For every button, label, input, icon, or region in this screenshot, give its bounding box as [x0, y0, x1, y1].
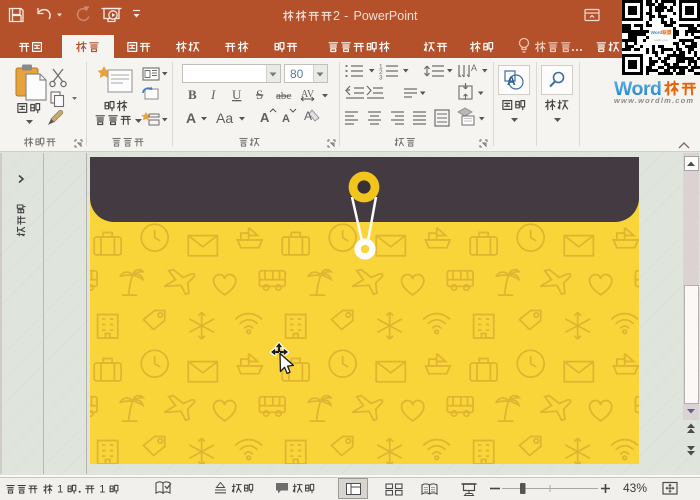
svg-text:1: 1 — [57, 484, 63, 496]
svg-text:A: A — [507, 74, 516, 88]
svg-text:S: S — [256, 87, 263, 102]
svg-text:abc: abc — [276, 90, 291, 102]
svg-text:B: B — [188, 87, 197, 102]
svg-text:A: A — [304, 109, 312, 123]
svg-text:A: A — [260, 110, 270, 125]
svg-text:PowerPoint: PowerPoint — [354, 9, 418, 23]
svg-text:1: 1 — [99, 484, 105, 496]
svg-text:U: U — [232, 87, 242, 102]
svg-text:Aa: Aa — [216, 110, 233, 126]
svg-text:3: 3 — [379, 75, 383, 82]
svg-text:I: I — [210, 87, 216, 102]
svg-text:A: A — [186, 110, 196, 126]
svg-text:2: 2 — [333, 9, 340, 23]
svg-text:-: - — [344, 9, 348, 23]
svg-text:Word联盟: Word联盟 — [651, 29, 672, 36]
svg-text:wordlm.com: wordlm.com — [654, 38, 668, 42]
svg-text:A: A — [282, 113, 290, 125]
svg-text:A: A — [471, 63, 477, 73]
